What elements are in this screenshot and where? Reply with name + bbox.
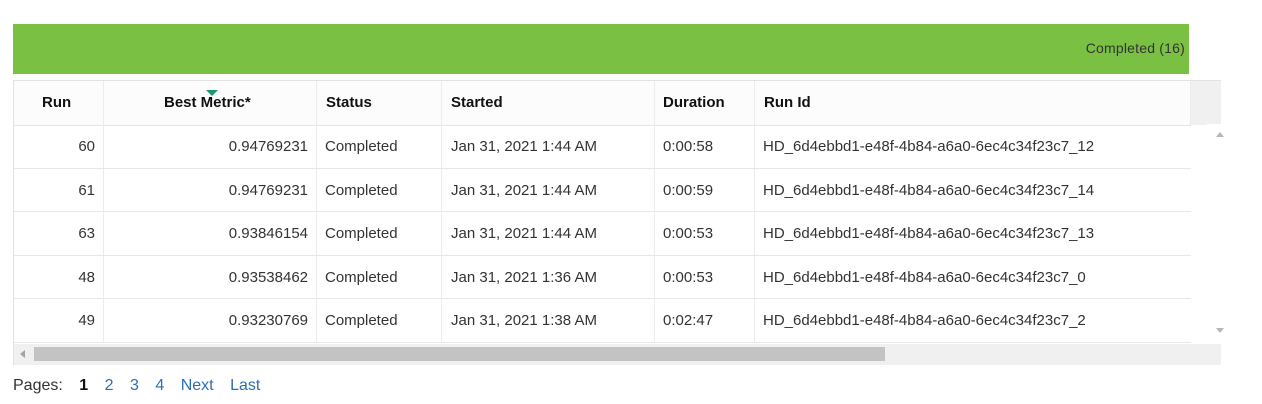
table-row[interactable]: 61 0.94769231 Completed Jan 31, 2021 1:4… — [14, 168, 1191, 212]
sort-descending-icon — [206, 90, 218, 96]
cell-run-id[interactable]: HD_6d4ebbd1-e48f-4b84-a6a0-6ec4c34f23c7_… — [755, 256, 1191, 299]
page-link-4[interactable]: 4 — [155, 377, 164, 394]
table-row[interactable]: 48 0.93538462 Completed Jan 31, 2021 1:3… — [14, 255, 1191, 299]
runs-table: Run Best Metric* Status Started Duration… — [13, 80, 1221, 365]
pagination-label: Pages: — [13, 377, 63, 394]
cell-best-metric: 0.93846154 — [104, 212, 317, 255]
cell-run-id[interactable]: HD_6d4ebbd1-e48f-4b84-a6a0-6ec4c34f23c7_… — [755, 212, 1191, 255]
horizontal-scrollbar-thumb[interactable] — [34, 347, 885, 361]
cell-status: Completed — [317, 212, 442, 255]
scrollbar-header-spacer — [1191, 81, 1221, 125]
cell-duration: 0:00:59 — [655, 168, 755, 212]
cell-run: 48 — [14, 255, 104, 299]
table-row[interactable]: 49 0.93230769 Completed Jan 31, 2021 1:3… — [14, 299, 1191, 343]
cell-best-metric: 0.93538462 — [104, 255, 317, 299]
page-link-2[interactable]: 2 — [105, 377, 114, 394]
cell-run-id[interactable]: HD_6d4ebbd1-e48f-4b84-a6a0-6ec4c34f23c7_… — [755, 299, 1191, 342]
column-header-run-id[interactable]: Run Id — [755, 81, 1191, 125]
scroll-down-arrow-icon[interactable] — [1216, 328, 1224, 333]
cell-started: Jan 31, 2021 1:44 AM — [442, 168, 655, 212]
last-page-link[interactable]: Last — [230, 377, 260, 394]
cell-duration: 0:00:53 — [655, 255, 755, 299]
vertical-scrollbar[interactable] — [1207, 124, 1237, 345]
scrollbar-corner — [1207, 344, 1221, 365]
pagination: Pages: 1 2 3 4 Next Last — [13, 377, 272, 395]
cell-started: Jan 31, 2021 1:36 AM — [442, 255, 655, 299]
table-body: 60 0.94769231 Completed Jan 31, 2021 1:4… — [14, 125, 1191, 343]
page-link-3[interactable]: 3 — [130, 377, 139, 394]
table-row[interactable]: 60 0.94769231 Completed Jan 31, 2021 1:4… — [14, 125, 1191, 169]
column-header-best-metric[interactable]: Best Metric* — [104, 81, 317, 125]
completed-count-label: Completed (16) — [1085, 40, 1185, 56]
cell-run-id[interactable]: HD_6d4ebbd1-e48f-4b84-a6a0-6ec4c34f23c7_… — [755, 125, 1191, 168]
cell-status: Completed — [317, 255, 442, 299]
cell-started: Jan 31, 2021 1:38 AM — [442, 299, 655, 342]
table-header: Run Best Metric* Status Started Duration… — [14, 81, 1191, 126]
cell-run: 60 — [14, 125, 104, 168]
scroll-left-arrow-icon[interactable] — [20, 350, 25, 358]
column-header-duration[interactable]: Duration — [655, 81, 755, 125]
cell-status: Completed — [317, 168, 442, 212]
cell-run-id[interactable]: HD_6d4ebbd1-e48f-4b84-a6a0-6ec4c34f23c7_… — [755, 169, 1191, 212]
cell-run: 61 — [14, 168, 104, 212]
column-header-status[interactable]: Status — [317, 81, 442, 125]
completed-status-bar[interactable]: Completed (16) — [13, 24, 1189, 74]
horizontal-scrollbar[interactable] — [14, 344, 1218, 365]
cell-best-metric: 0.94769231 — [104, 168, 317, 212]
cell-status: Completed — [317, 125, 442, 168]
column-header-started[interactable]: Started — [442, 81, 655, 125]
table-row[interactable]: 63 0.93846154 Completed Jan 31, 2021 1:4… — [14, 212, 1191, 256]
cell-best-metric: 0.94769231 — [104, 125, 317, 168]
cell-status: Completed — [317, 299, 442, 342]
cell-run: 49 — [14, 299, 104, 342]
cell-duration: 0:00:53 — [655, 212, 755, 255]
cell-run: 63 — [14, 212, 104, 255]
column-header-run[interactable]: Run — [14, 81, 104, 125]
cell-best-metric: 0.93230769 — [104, 299, 317, 342]
cell-started: Jan 31, 2021 1:44 AM — [442, 125, 655, 168]
column-header-best-metric-label: Best Metric* — [164, 94, 251, 111]
scroll-up-arrow-icon[interactable] — [1216, 132, 1224, 137]
cell-started: Jan 31, 2021 1:44 AM — [442, 212, 655, 255]
cell-duration: 0:00:58 — [655, 125, 755, 168]
next-page-link[interactable]: Next — [181, 377, 214, 394]
page-current: 1 — [79, 377, 89, 394]
cell-duration: 0:02:47 — [655, 299, 755, 342]
